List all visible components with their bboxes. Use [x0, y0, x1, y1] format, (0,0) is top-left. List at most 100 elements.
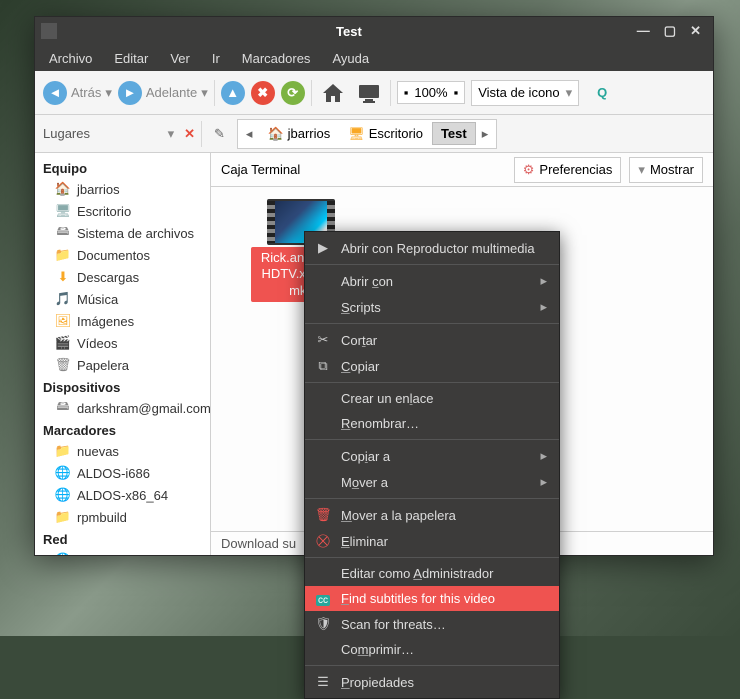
context-menu-item[interactable]: 🛡Scan for threats…	[305, 611, 559, 637]
crumb-escritorio[interactable]: 🖥Escritorio	[339, 122, 432, 146]
window-icon	[41, 23, 57, 39]
submenu-arrow-icon: ▸	[540, 273, 547, 289]
location-bar: Lugares ▾ ✕ ✎ ◂ 🏠jbarrios 🖥Escritorio Te…	[35, 115, 713, 153]
world-icon: 🌐	[55, 465, 71, 481]
maximize-button[interactable]: ▢	[664, 23, 676, 39]
close-button[interactable]: ✕	[690, 23, 701, 39]
sidebar-item-label: Escritorio	[77, 204, 131, 219]
context-menu-item[interactable]: ✂Cortar	[305, 327, 559, 353]
image-icon: 🖼	[55, 313, 71, 329]
terminal-label[interactable]: Caja Terminal	[221, 162, 300, 177]
stop-button[interactable]: ✖	[251, 81, 275, 105]
context-menu-item[interactable]: Scripts▸	[305, 294, 559, 320]
menu-ir[interactable]: Ir	[202, 48, 230, 69]
sidebar-item-papelera[interactable]: 🗑Papelera	[35, 354, 210, 376]
minimize-button[interactable]: —	[637, 23, 650, 39]
context-menu-item[interactable]: Renombrar…	[305, 411, 559, 436]
menu-archivo[interactable]: Archivo	[39, 48, 102, 69]
context-menu-item[interactable]: ⛒Eliminar	[305, 528, 559, 554]
status-text: Download su	[221, 536, 296, 551]
crumb-jbarrios[interactable]: 🏠jbarrios	[258, 122, 339, 146]
menu-item-icon: ⧉	[315, 358, 331, 374]
path-toggle-button[interactable]: ✎	[208, 123, 231, 145]
sidebar-item-rpmbuild[interactable]: 📁rpmbuild	[35, 506, 210, 528]
forward-button[interactable]: ► Adelante ▾	[118, 81, 208, 105]
home-button[interactable]	[318, 78, 348, 108]
sidebar-item-label: Documentos	[77, 248, 150, 263]
context-menu-item[interactable]: ccFind subtitles for this video	[305, 586, 559, 611]
menu-editar[interactable]: Editar	[104, 48, 158, 69]
menu-item-label: Crear un enlace	[341, 391, 434, 406]
sidebar-item-explorar[interactable]: 🌐Explorar	[35, 549, 210, 555]
sidebar-item-nuevas[interactable]: 📁nuevas	[35, 440, 210, 462]
crumb-test[interactable]: Test	[432, 122, 476, 145]
context-menu-item[interactable]: ☰Propiedades	[305, 669, 559, 695]
view-mode-select[interactable]: Vista de icono ▾	[471, 80, 579, 106]
menu-ayuda[interactable]: Ayuda	[322, 48, 379, 69]
sidebar-item-aldos-i686[interactable]: 🌐ALDOS-i686	[35, 462, 210, 484]
sidebar-item-escritorio[interactable]: 🖥 Escritorio	[35, 200, 210, 222]
sidebar-item-m-sica[interactable]: 🎵Música	[35, 288, 210, 310]
preferences-button[interactable]: ⚙Preferencias	[514, 157, 622, 183]
sidebar-item-v-deos[interactable]: 🎬Vídeos	[35, 332, 210, 354]
places-selector[interactable]: Lugares ▾ ✕	[43, 126, 195, 142]
context-menu-item[interactable]: Copiar a▸	[305, 443, 559, 469]
zoom-in-button[interactable]: ▪	[454, 85, 459, 100]
back-label: Atrás	[71, 85, 101, 100]
forward-label: Adelante	[146, 85, 197, 100]
menu-item-label: Mover a	[341, 475, 388, 490]
sidebar-section: Marcadores	[35, 419, 210, 440]
context-menu-item[interactable]: Comprimir…	[305, 637, 559, 662]
menu-item-label: Renombrar…	[341, 416, 419, 431]
context-menu-item[interactable]: Abrir con▸	[305, 268, 559, 294]
menu-item-label: Propiedades	[341, 675, 414, 690]
back-button[interactable]: ◄ Atrás ▾	[43, 81, 112, 105]
menu-separator	[305, 665, 559, 666]
sidebar-item-jbarrios[interactable]: 🏠jbarrios	[35, 178, 210, 200]
zoom-out-button[interactable]: ▪	[404, 85, 409, 100]
sidebar-item-aldos-x86-64[interactable]: 🌐ALDOS-x86_64	[35, 484, 210, 506]
folder-icon: 📁	[55, 247, 71, 263]
menu-separator	[305, 557, 559, 558]
sidebar-item-label: Vídeos	[77, 336, 117, 351]
sidebar-item-descargas[interactable]: ⬇Descargas	[35, 266, 210, 288]
reload-button[interactable]: ⟳	[281, 81, 305, 105]
menu-item-label: Scripts	[341, 300, 381, 315]
context-menu-item[interactable]: Mover a ▸	[305, 469, 559, 495]
sidebar-item-documentos[interactable]: 📁 Documentos	[35, 244, 210, 266]
crumb-forward[interactable]: ▸	[476, 123, 495, 145]
sidebar-item-label: jbarrios	[77, 182, 120, 197]
trash-icon: 🗑	[55, 357, 71, 373]
places-close-icon[interactable]: ✕	[184, 126, 195, 142]
crumb-back[interactable]: ◂	[240, 123, 259, 145]
titlebar[interactable]: Test — ▢ ✕	[35, 17, 713, 45]
context-menu-item[interactable]: Crear un enlace	[305, 386, 559, 411]
menu-item-icon: cc	[315, 591, 331, 606]
window-title: Test	[61, 24, 637, 39]
submenu-arrow-icon: ▸	[540, 448, 547, 464]
search-button[interactable]: Q	[587, 78, 617, 108]
menu-ver[interactable]: Ver	[160, 48, 200, 69]
context-menu-item[interactable]: Editar como Administrador	[305, 561, 559, 586]
separator	[201, 121, 202, 147]
zoom-group: ▪ 100% ▪	[397, 81, 465, 104]
sidebar-item-darkshram-gmail-com[interactable]: 🖴darkshram@gmail.com	[35, 397, 210, 419]
sidebar-item-sistema-de-archivos[interactable]: 🖴Sistema de archivos	[35, 222, 210, 244]
context-menu-item[interactable]: 🗑Mover a la papelera	[305, 502, 559, 528]
submenu-arrow-icon: ▸	[540, 474, 547, 490]
zoom-value: 100%	[414, 85, 447, 100]
places-label: Lugares	[43, 126, 90, 141]
up-button[interactable]: ▲	[221, 81, 245, 105]
menu-item-label: Cortar	[341, 333, 377, 348]
show-button[interactable]: ▾Mostrar	[629, 157, 703, 183]
desktop-icon: 🖥	[55, 203, 71, 219]
sidebar-item-label: nuevas	[77, 444, 119, 459]
context-menu-item[interactable]: ⧉Copiar	[305, 353, 559, 379]
menu-marcadores[interactable]: Marcadores	[232, 48, 321, 69]
computer-button[interactable]	[354, 78, 384, 108]
sidebar-section: Equipo	[35, 157, 210, 178]
context-menu-item[interactable]: ▶Abrir con Reproductor multimedia	[305, 235, 559, 261]
view-mode-label: Vista de icono	[478, 85, 559, 100]
sidebar-item-im-genes[interactable]: 🖼Imágenes	[35, 310, 210, 332]
menu-item-icon: ▶	[315, 240, 331, 256]
